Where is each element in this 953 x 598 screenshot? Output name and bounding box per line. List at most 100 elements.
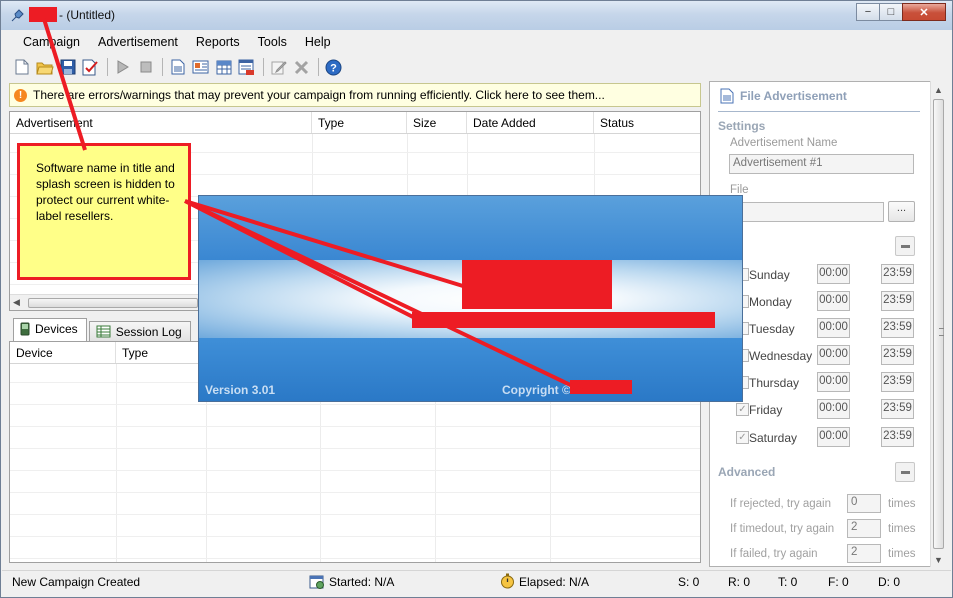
warning-icon: ! [14,88,27,102]
advanced-collapse-icon[interactable] [895,462,915,482]
status-r-count: R: 0 [728,575,751,589]
file-ad-icon [720,88,734,104]
scrollbar-thumb[interactable] [28,298,198,308]
splash-copyright: Copyright © [502,383,571,397]
column-header-device-type[interactable]: Type [116,342,206,363]
day-checkbox[interactable]: ✓ [736,431,749,444]
device-icon [20,322,30,336]
status-d-count: D: 0 [878,575,901,589]
status-elapsed: Elapsed: N/A [519,575,590,589]
scroll-left-icon[interactable]: ◀ [13,297,20,308]
browse-button[interactable]: ... [888,201,915,222]
warning-banner[interactable]: ! There are errors/warnings that may pre… [9,83,701,107]
column-header-device[interactable]: Device [10,342,116,363]
file-advertisement-panel: File Advertisement Settings Advertisemen… [709,81,945,567]
toolbar-separator [162,58,163,76]
new-file-icon[interactable] [11,57,32,78]
tab-devices-label: Devices [35,322,78,336]
menu-help[interactable]: Help [296,32,340,54]
app-icon [11,9,24,22]
end-time-input[interactable]: 23:59 [881,318,914,338]
edit-icon[interactable] [268,57,289,78]
column-header-status[interactable]: Status [594,112,700,133]
end-time-input[interactable]: 23:59 [881,399,914,419]
status-bar: New Campaign Created Started: N/A Elapse… [2,570,951,592]
svg-text:?: ? [330,62,337,74]
menu-bar: Campaign Advertisement Reports Tools Hel… [2,32,949,54]
toolbar-separator [107,58,108,76]
start-time-input[interactable]: 00:00 [817,318,850,338]
status-t-count: T: 0 [778,575,798,589]
grid-icon[interactable] [213,57,234,78]
minimize-button[interactable]: − [856,3,880,21]
day-row-tuesday: Tuesday 00:00 23:59 [736,318,916,340]
card-icon[interactable] [190,57,211,78]
validate-icon[interactable] [80,57,101,78]
vertical-scrollbar[interactable]: ▲ ▼ [930,81,946,567]
open-folder-icon[interactable] [34,57,55,78]
menu-advertisement[interactable]: Advertisement [89,32,187,54]
column-header-size[interactable]: Size [407,112,467,133]
maximize-button[interactable]: □ [879,3,903,21]
menu-reports[interactable]: Reports [187,32,249,54]
toolbar: ? [11,56,346,78]
document-icon[interactable] [167,57,188,78]
end-time-input[interactable]: 23:59 [881,345,914,365]
toolbar-separator [318,58,319,76]
stop-icon[interactable] [135,57,156,78]
advertisement-table-header: Advertisement Type Size Date Added Statu… [10,112,700,134]
start-time-input[interactable]: 00:00 [817,372,850,392]
end-time-input[interactable]: 23:59 [881,264,914,284]
help-icon[interactable]: ? [323,57,344,78]
retry-timedout-unit: times [888,523,916,535]
scroll-up-icon[interactable]: ▲ [934,85,943,95]
save-icon[interactable] [57,57,78,78]
end-time-input[interactable]: 23:59 [881,427,914,447]
start-time-input[interactable]: 00:00 [817,399,850,419]
ad-name-input[interactable]: Advertisement #1 [729,154,914,174]
status-message: New Campaign Created [12,575,141,589]
start-time-input[interactable]: 00:00 [817,264,850,284]
column-header-date-added[interactable]: Date Added [467,112,594,133]
title-bar: - (Untitled) − □ ✕ [1,1,952,30]
retry-failed-label: If failed, try again [730,548,818,560]
tab-session-log[interactable]: Session Log [88,321,191,341]
start-time-input[interactable]: 00:00 [817,427,850,447]
menu-campaign[interactable]: Campaign [14,32,89,54]
start-time-input[interactable]: 00:00 [817,345,850,365]
toolbar-separator [263,58,264,76]
retry-rejected-input[interactable]: 0 [847,494,881,513]
retry-failed-unit: times [888,548,916,560]
day-row-friday: ✓ Friday 00:00 23:59 [736,399,916,421]
delete-icon[interactable] [291,57,312,78]
window-title: - (Untitled) [59,8,116,22]
schedule-collapse-icon[interactable] [895,236,915,256]
retry-timedout-input[interactable]: 2 [847,519,881,538]
warning-text: There are errors/warnings that may preve… [33,88,605,102]
scrollbar-thumb[interactable] [933,99,944,549]
redacted-splash-name [462,260,612,309]
end-time-input[interactable]: 23:59 [881,291,914,311]
day-row-thursday: Thursday 00:00 23:59 [736,372,916,394]
start-time-input[interactable]: 00:00 [817,291,850,311]
status-f-count: F: 0 [828,575,849,589]
day-row-monday: Monday 00:00 23:59 [736,291,916,313]
retry-failed-input[interactable]: 2 [847,544,881,563]
menu-tools[interactable]: Tools [249,32,296,54]
bottom-tabs: Devices Session Log [13,318,193,342]
column-header-type[interactable]: Type [312,112,407,133]
close-button[interactable]: ✕ [902,3,946,21]
day-checkbox[interactable]: ✓ [736,403,749,416]
play-icon[interactable] [112,57,133,78]
end-time-input[interactable]: 23:59 [881,372,914,392]
log-icon [96,325,111,338]
elapsed-stopwatch-icon [501,573,514,589]
tab-devices[interactable]: Devices [13,318,87,342]
settings-section-label: Settings [718,119,766,133]
schedule-icon[interactable] [236,57,257,78]
scroll-down-icon[interactable]: ▼ [934,555,943,565]
day-row-saturday: ✓ Saturday 00:00 23:59 [736,427,916,449]
file-path-input[interactable] [729,202,884,222]
retry-rejected-unit: times [888,498,916,510]
column-header-advertisement[interactable]: Advertisement [10,112,312,133]
